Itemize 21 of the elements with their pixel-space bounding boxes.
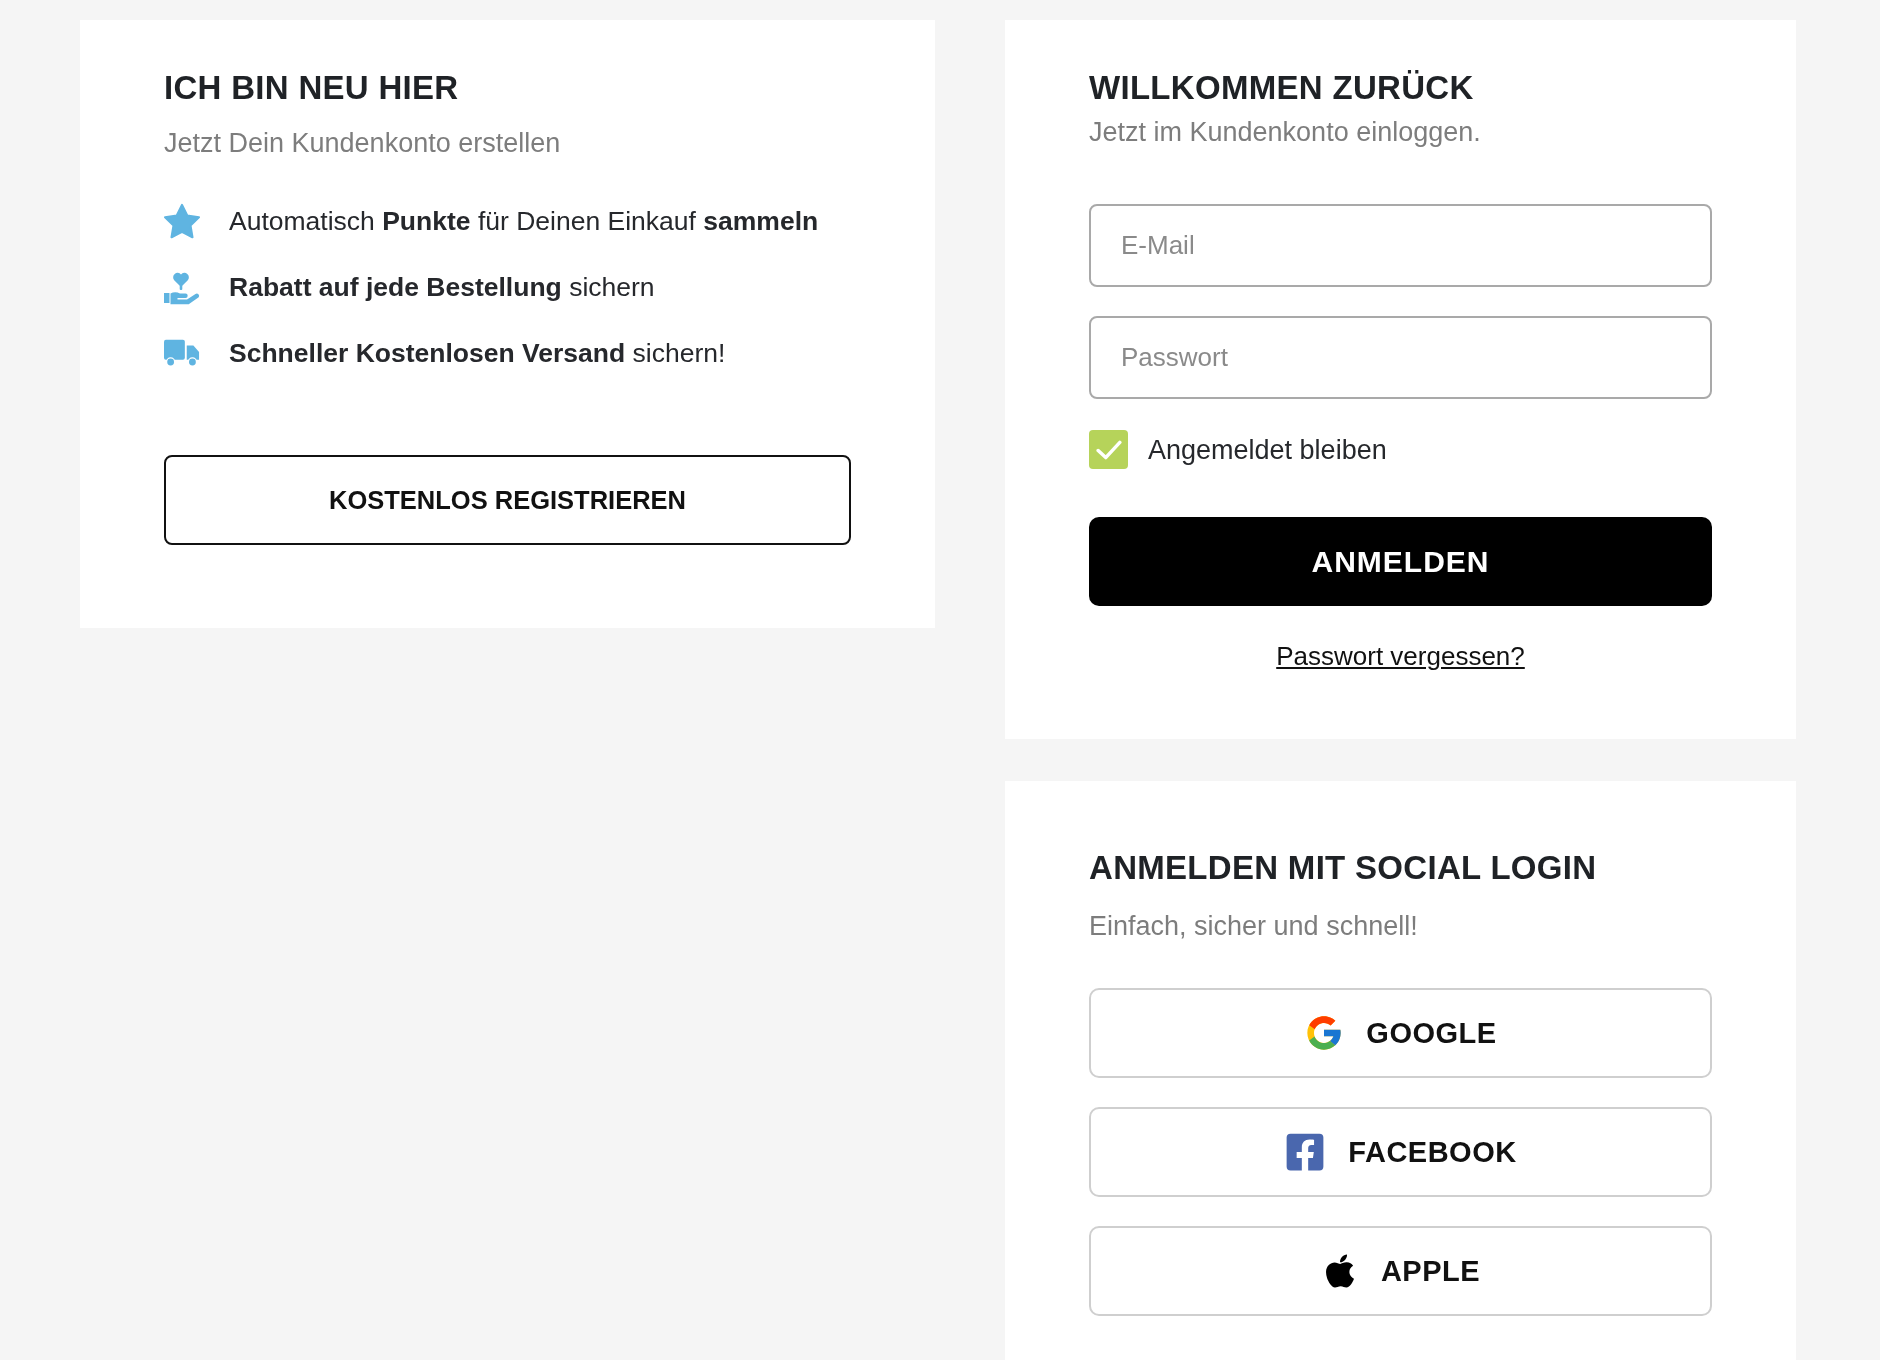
register-subtitle: Jetzt Dein Kundenkonto erstellen (164, 127, 561, 159)
social-login-button[interactable]: FACEBOOK (1089, 1107, 1712, 1197)
login-title: WILLKOMMEN ZURÜCK (1089, 69, 1474, 107)
social-login-title: ANMELDEN MIT SOCIAL LOGIN (1089, 849, 1597, 887)
register-button[interactable]: KOSTENLOS REGISTRIEREN (164, 455, 851, 545)
login-button[interactable]: ANMELDEN (1089, 517, 1712, 606)
login-subtitle: Jetzt im Kundenkonto einloggen. (1089, 116, 1481, 148)
checkbox[interactable] (1089, 430, 1128, 469)
input-field[interactable]: Passwort (1089, 316, 1712, 399)
social-login-button[interactable]: GOOGLE (1089, 988, 1712, 1078)
benefit-text: Automatisch Punkte für Deinen Einkauf sammeln (229, 205, 819, 237)
register-title: ICH BIN NEU HIER (164, 69, 459, 107)
forgot-password-link[interactable]: Passwort vergessen? (1276, 640, 1525, 672)
star-icon (164, 203, 200, 239)
input-field[interactable]: E-Mail (1089, 204, 1712, 287)
checkbox-label: Angemeldet bleiben (1148, 433, 1387, 466)
social-login-button[interactable]: APPLE (1089, 1226, 1712, 1316)
social-login-subtitle: Einfach, sicher und schnell! (1089, 910, 1418, 942)
benefit-text: Schneller Kostenlosen Versand sichern! (229, 337, 726, 369)
check-icon (1095, 439, 1122, 460)
benefit-text: Rabatt auf jede Bestellung sichern (229, 271, 655, 303)
